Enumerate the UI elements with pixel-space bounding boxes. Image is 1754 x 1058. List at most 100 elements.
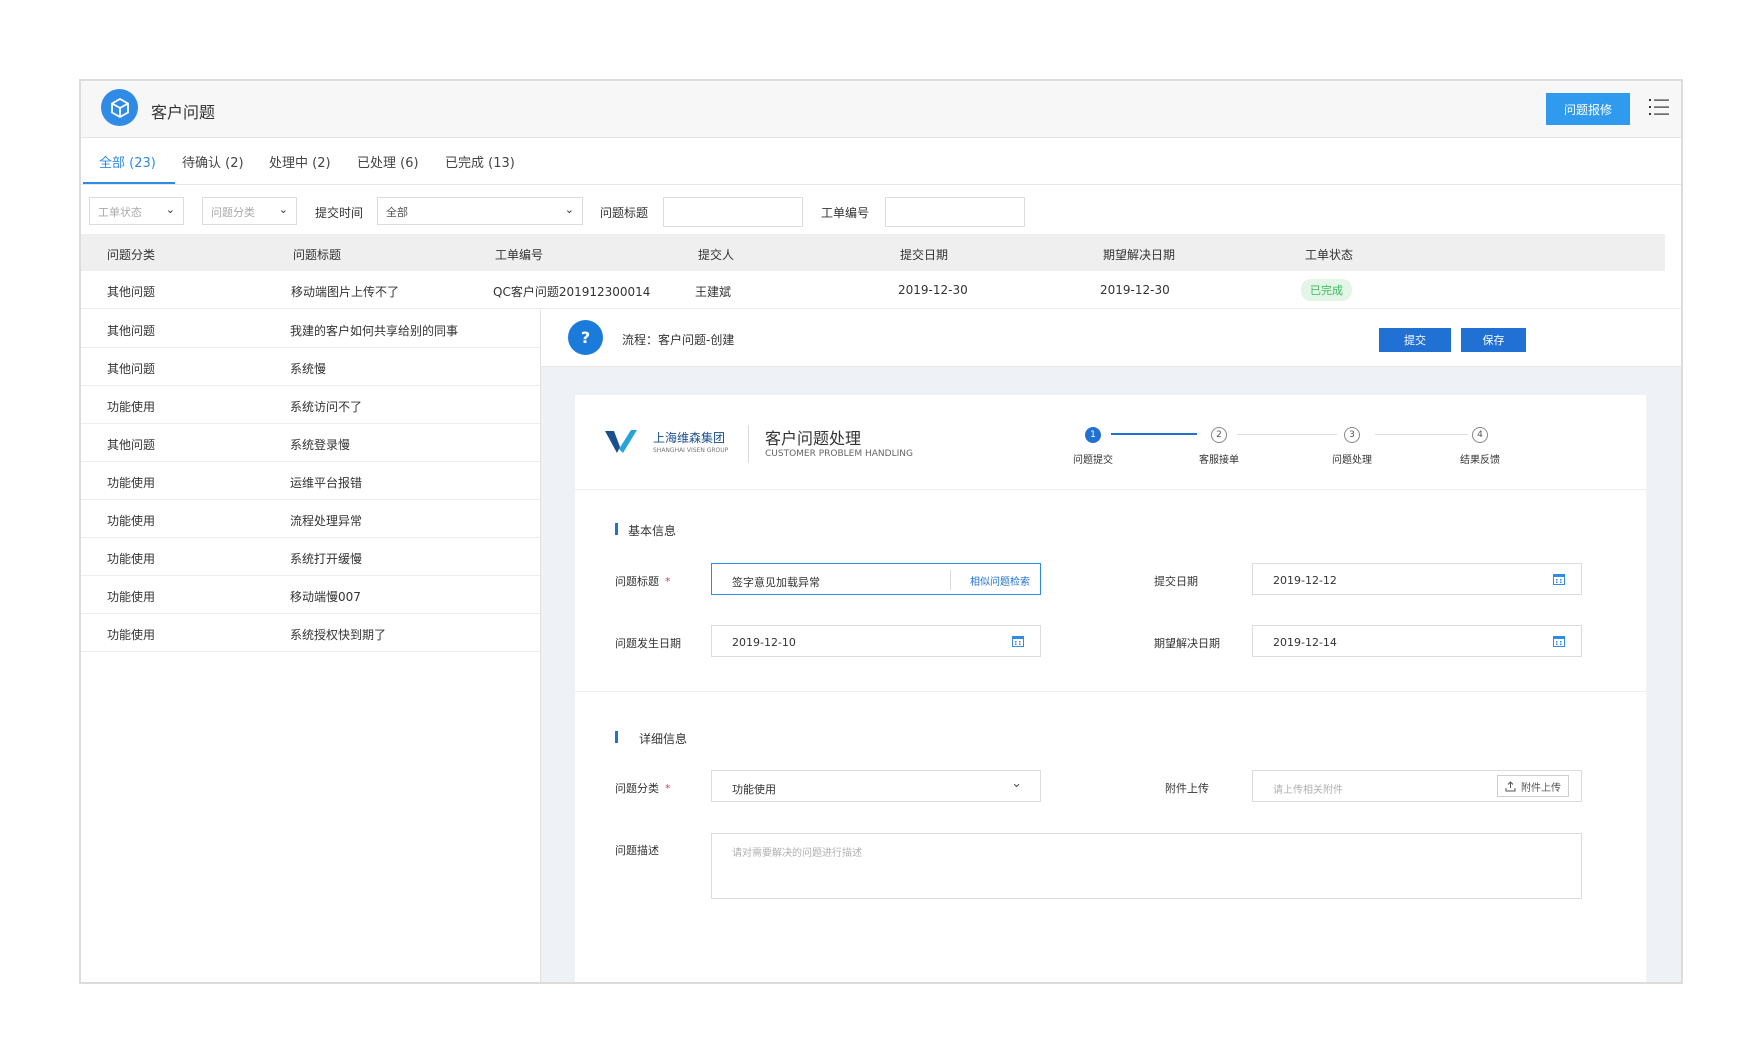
table-header: 问题分类 问题标题 工单编号 提交人 提交日期 期望解决日期 工单状态 xyxy=(81,234,1665,271)
number-filter-label: 工单编号 xyxy=(821,206,870,220)
row-title: 系统访问不了 xyxy=(290,400,363,414)
table-row[interactable]: 其他问题 移动端图片上传不了 QC客户问题201912300014 王建斌 20… xyxy=(81,272,1681,309)
tab-pending-confirm[interactable]: 待确认 (2) xyxy=(182,152,244,171)
required-mark: * xyxy=(665,575,671,588)
attachment-placeholder: 请上传相关附件 xyxy=(1273,785,1343,796)
submit-date-field[interactable]: 2019-12-12 xyxy=(1252,563,1582,595)
row-title: 移动端慢007 xyxy=(290,590,361,604)
similar-search-link[interactable]: 相似问题检索 xyxy=(970,573,1030,588)
divider xyxy=(748,425,749,463)
table-row[interactable]: 功能使用 流程处理异常 xyxy=(81,500,540,538)
section-marker xyxy=(615,523,618,535)
table-row[interactable]: 其他问题 系统登录慢 xyxy=(81,424,540,462)
submit-time-label: 提交时间 xyxy=(315,206,364,220)
header-category[interactable]: 问题分类 xyxy=(107,246,155,263)
form-card-header: 上海维森集团 SHANGHAI VISEN GROUP 客户问题处理 CUSTO… xyxy=(575,395,1646,490)
table-row[interactable]: 功能使用 系统访问不了 xyxy=(81,386,540,424)
row-title: 运维平台报错 xyxy=(290,476,363,490)
row-title: 系统授权快到期了 xyxy=(290,628,387,642)
header-number[interactable]: 工单编号 xyxy=(495,246,543,263)
tab-processed[interactable]: 已处理 (6) xyxy=(357,152,419,171)
step-connector xyxy=(1111,433,1197,435)
flow-label: 流程：客户问题-创建 xyxy=(622,333,735,347)
status-badge: 已完成 xyxy=(1301,279,1352,301)
submit-button[interactable]: 提交 xyxy=(1379,328,1451,352)
calendar-icon[interactable] xyxy=(1553,573,1565,585)
table-row[interactable]: 功能使用 系统授权快到期了 xyxy=(81,614,540,652)
row-submit-date: 2019-12-30 xyxy=(898,283,968,297)
occur-date-field[interactable]: 2019-12-10 xyxy=(711,625,1041,657)
form-title: 客户问题处理 xyxy=(765,429,862,448)
panel-header: ? 流程：客户问题-创建 提交 保存 xyxy=(541,310,1681,367)
tab-processing[interactable]: 处理中 (2) xyxy=(269,152,331,171)
brand-logo-icon xyxy=(605,427,641,455)
status-filter-placeholder: 工单状态 xyxy=(98,206,142,219)
chevron-down-icon: ⌄ xyxy=(165,203,175,216)
row-category: 功能使用 xyxy=(107,476,156,490)
number-filter-input[interactable] xyxy=(885,197,1025,227)
header-submitter[interactable]: 提交人 xyxy=(698,246,734,263)
row-category: 功能使用 xyxy=(107,628,156,642)
step-3-indicator: 3 xyxy=(1344,427,1360,443)
table-row[interactable]: 功能使用 运维平台报错 xyxy=(81,462,540,500)
step-1-indicator: 1 xyxy=(1085,427,1101,443)
submit-date-label: 提交日期 xyxy=(1154,575,1198,588)
table-row[interactable]: 其他问题 系统慢 xyxy=(81,348,540,386)
header-title[interactable]: 问题标题 xyxy=(293,246,341,263)
top-bar: 客户问题 问题报修 xyxy=(81,81,1681,138)
brand-name-en: SHANGHAI VISEN GROUP xyxy=(653,447,729,454)
calendar-icon[interactable] xyxy=(1553,635,1565,647)
brand-name: 上海维森集团 xyxy=(653,431,726,445)
row-category: 其他问题 xyxy=(107,324,156,338)
attachment-field[interactable]: 请上传相关附件 附件上传 xyxy=(1252,770,1582,802)
chevron-down-icon: ⌄ xyxy=(564,203,574,216)
table-row[interactable]: 功能使用 系统打开缓慢 xyxy=(81,538,540,576)
issue-title-value: 签字意见加载异常 xyxy=(732,576,820,589)
header-expect-date[interactable]: 期望解决日期 xyxy=(1103,246,1175,263)
submit-time-value: 全部 xyxy=(386,206,408,219)
row-category: 功能使用 xyxy=(107,590,156,604)
row-category: 功能使用 xyxy=(107,514,156,528)
header-status[interactable]: 工单状态 xyxy=(1305,246,1353,263)
issue-title-input[interactable]: 签字意见加载异常 相似问题检索 xyxy=(711,563,1041,595)
status-filter-select[interactable]: 工单状态 ⌄ xyxy=(89,197,184,225)
report-issue-button[interactable]: 问题报修 xyxy=(1546,93,1630,125)
calendar-icon[interactable] xyxy=(1012,635,1024,647)
form-subtitle: CUSTOMER PROBLEM HANDLING xyxy=(765,449,913,459)
tab-completed[interactable]: 已完成 (13) xyxy=(445,152,515,171)
status-tabs: 全部 (23) 待确认 (2) 处理中 (2) 已处理 (6) 已完成 (13) xyxy=(81,138,1681,185)
attachment-button-label: 附件上传 xyxy=(1521,782,1561,794)
expect-date-label: 期望解决日期 xyxy=(1154,637,1220,650)
header-submit-date[interactable]: 提交日期 xyxy=(900,246,948,263)
table-row[interactable]: 功能使用 移动端慢007 xyxy=(81,576,540,614)
row-title: 移动端图片上传不了 xyxy=(291,285,400,299)
category-filter-select[interactable]: 问题分类 ⌄ xyxy=(202,197,297,225)
step-3-label: 问题处理 xyxy=(1332,455,1372,466)
help-icon: ? xyxy=(568,320,603,355)
row-title: 系统慢 xyxy=(290,362,327,376)
table-row[interactable]: 其他问题 我建的客户如何共享给别的同事 xyxy=(81,310,540,348)
issue-title-label: 问题标题 * xyxy=(615,575,671,588)
category-value: 功能使用 xyxy=(732,783,776,796)
attachment-upload-button[interactable]: 附件上传 xyxy=(1497,775,1569,797)
row-category: 功能使用 xyxy=(107,552,156,566)
expect-date-field[interactable]: 2019-12-14 xyxy=(1252,625,1582,657)
submit-date-value: 2019-12-12 xyxy=(1273,574,1337,587)
title-filter-label: 问题标题 xyxy=(600,206,649,220)
row-title: 流程处理异常 xyxy=(290,514,363,528)
description-textarea[interactable]: 请对需要解决的问题进行描述 xyxy=(711,833,1582,899)
row-category: 其他问题 xyxy=(107,438,156,452)
step-2-label: 客服接单 xyxy=(1199,455,1239,466)
section-divider xyxy=(575,691,1646,692)
submit-time-select[interactable]: 全部 ⌄ xyxy=(377,197,583,225)
tab-all[interactable]: 全部 (23) xyxy=(99,152,156,171)
step-2-indicator: 2 xyxy=(1211,427,1227,443)
step-4-indicator: 4 xyxy=(1472,427,1488,443)
category-select[interactable]: 功能使用 ⌄ xyxy=(711,770,1041,802)
basic-info-title: 基本信息 xyxy=(628,524,677,538)
title-filter-input[interactable] xyxy=(663,197,803,227)
attachment-label: 附件上传 xyxy=(1165,782,1209,795)
save-button[interactable]: 保存 xyxy=(1461,328,1526,352)
menu-list-icon[interactable] xyxy=(1649,98,1669,116)
create-issue-panel: ? 流程：客户问题-创建 提交 保存 上海维森集团 SHANGHAI VISEN… xyxy=(541,310,1681,982)
